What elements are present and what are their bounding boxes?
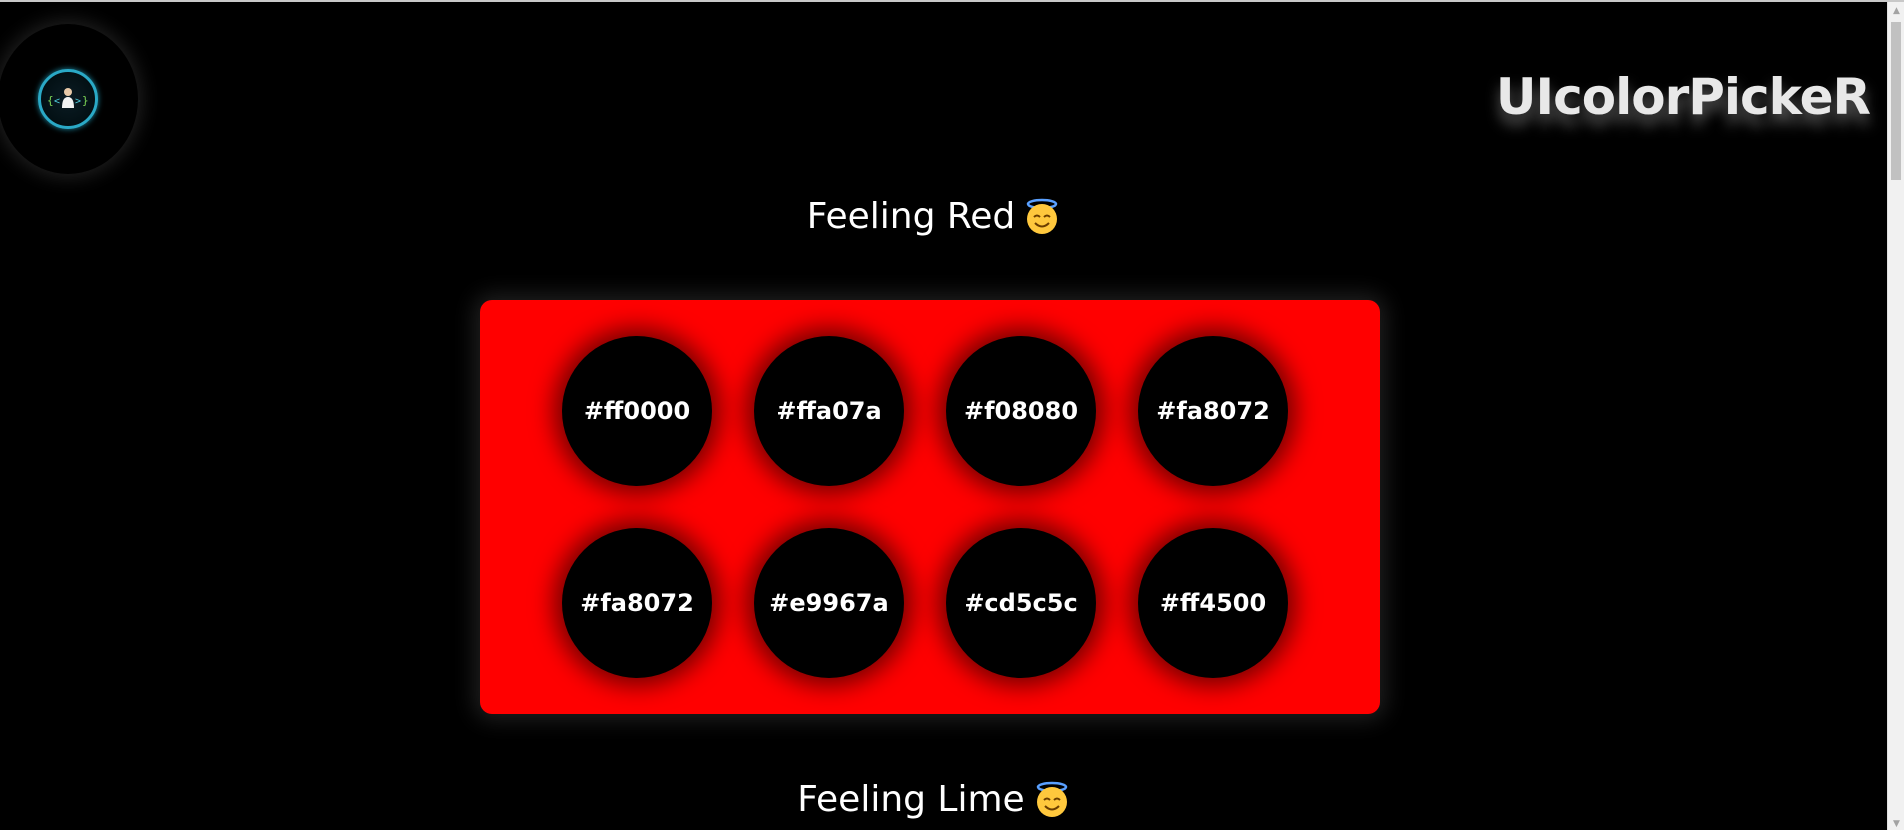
- svg-text:{: {: [47, 94, 54, 107]
- scroll-up-arrow-icon[interactable]: ▲: [1888, 2, 1904, 19]
- color-swatch[interactable]: #ffa07a: [754, 336, 904, 486]
- section-title-lime-text: Feeling Lime: [797, 779, 1025, 820]
- smiling-face-with-halo-icon: [1027, 198, 1058, 234]
- color-swatch[interactable]: #ff4500: [1138, 528, 1288, 678]
- brand-title: UIcolorPickeR: [1495, 68, 1871, 126]
- color-swatch[interactable]: #fa8072: [1138, 336, 1288, 486]
- color-swatch[interactable]: #fa8072: [562, 528, 712, 678]
- svg-text:<: <: [54, 96, 60, 107]
- color-swatch[interactable]: #ff0000: [562, 336, 712, 486]
- section-title-lime: Feeling Lime: [0, 779, 1868, 820]
- logo-graphic: { < > }: [47, 88, 89, 108]
- coder-avatar-icon[interactable]: { < > }: [38, 69, 98, 129]
- page: { < > } UIcolorPickeR Feeling Red #ff000…: [0, 0, 1904, 830]
- vertical-scrollbar[interactable]: ▲ ▼: [1887, 2, 1904, 830]
- section-title-red: Feeling Red: [0, 196, 1868, 237]
- smiling-face-with-halo-icon: [1036, 781, 1067, 817]
- logo-container[interactable]: { < > }: [0, 24, 138, 174]
- svg-text:}: }: [82, 94, 89, 107]
- scrollbar-thumb[interactable]: [1891, 22, 1901, 180]
- section-title-red-text: Feeling Red: [806, 196, 1016, 237]
- svg-text:>: >: [75, 96, 81, 107]
- color-swatch[interactable]: #e9967a: [754, 528, 904, 678]
- color-swatch[interactable]: #f08080: [946, 336, 1096, 486]
- scroll-down-arrow-icon[interactable]: ▼: [1888, 815, 1904, 830]
- color-swatch[interactable]: #cd5c5c: [946, 528, 1096, 678]
- red-palette-panel: #ff0000 #ffa07a #f08080 #fa8072 #fa8072 …: [480, 300, 1380, 714]
